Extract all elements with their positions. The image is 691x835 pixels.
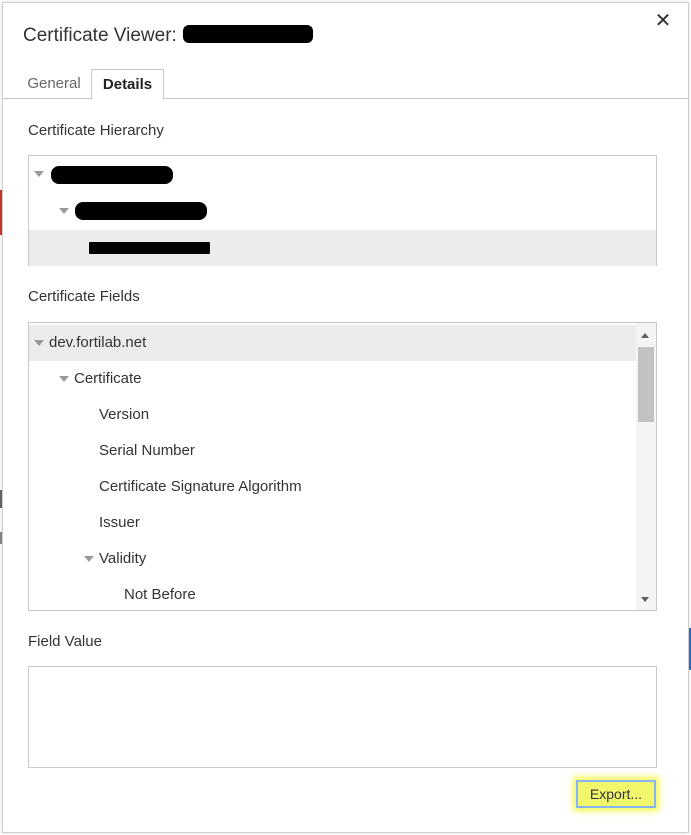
hierarchy-item-root[interactable] (29, 156, 656, 192)
field-item-not-before[interactable]: Not Before (29, 577, 636, 610)
field-item-label: Version (99, 406, 150, 423)
redacted-root-name (51, 166, 173, 184)
tab-details[interactable]: Details (91, 69, 164, 100)
expand-triangle-icon[interactable] (34, 171, 44, 177)
field-item-label: Certificate (74, 370, 142, 387)
field-item-validity[interactable]: Validity (29, 541, 636, 577)
field-value-textarea[interactable] (28, 666, 657, 768)
fields-list: dev.fortilab.net Certificate Version Ser… (29, 323, 636, 610)
field-item-label: Certificate Signature Algorithm (99, 478, 302, 495)
field-item-version[interactable]: Version (29, 397, 636, 433)
scroll-down-icon[interactable] (641, 597, 649, 602)
field-item-label: Not Before (124, 586, 196, 603)
field-item-signature-algorithm[interactable]: Certificate Signature Algorithm (29, 469, 636, 505)
redacted-intermediate-name (75, 202, 207, 220)
expand-triangle-icon[interactable] (59, 376, 69, 382)
field-item-label: Validity (99, 550, 147, 567)
field-value-label: Field Value (28, 633, 102, 650)
field-item-issuer[interactable]: Issuer (29, 505, 636, 541)
expand-triangle-icon[interactable] (34, 340, 44, 346)
dialog-title-text: Certificate Viewer: (23, 25, 177, 46)
expand-triangle-icon[interactable] (84, 556, 94, 562)
field-item-label: Serial Number (99, 442, 195, 459)
field-item-serial-number[interactable]: Serial Number (29, 433, 636, 469)
certificate-fields-tree[interactable]: dev.fortilab.net Certificate Version Ser… (28, 322, 657, 611)
hierarchy-item-intermediate[interactable] (29, 193, 656, 229)
field-item-dev-fortilab-net[interactable]: dev.fortilab.net (29, 325, 636, 361)
expand-triangle-icon[interactable] (59, 208, 69, 214)
dialog-title: Certificate Viewer: (23, 25, 313, 47)
redacted-title-name (182, 25, 313, 43)
export-button[interactable]: Export... (576, 780, 656, 808)
scroll-up-icon[interactable] (641, 333, 649, 338)
scrollbar-thumb[interactable] (638, 347, 654, 422)
certificate-hierarchy-label: Certificate Hierarchy (28, 122, 164, 139)
hierarchy-item-leaf[interactable] (29, 230, 656, 266)
field-item-label: dev.fortilab.net (49, 334, 147, 351)
certificate-hierarchy-tree[interactable] (28, 155, 657, 266)
certificate-viewer-dialog: Certificate Viewer: ✕ General Details Ce… (2, 2, 689, 833)
tab-general[interactable]: General (17, 69, 91, 99)
redacted-leaf-name (89, 242, 210, 254)
field-item-certificate[interactable]: Certificate (29, 361, 636, 397)
certificate-fields-label: Certificate Fields (28, 288, 140, 305)
fields-scrollbar[interactable] (636, 323, 656, 610)
field-item-label: Issuer (99, 514, 140, 531)
close-icon[interactable]: ✕ (653, 11, 673, 31)
